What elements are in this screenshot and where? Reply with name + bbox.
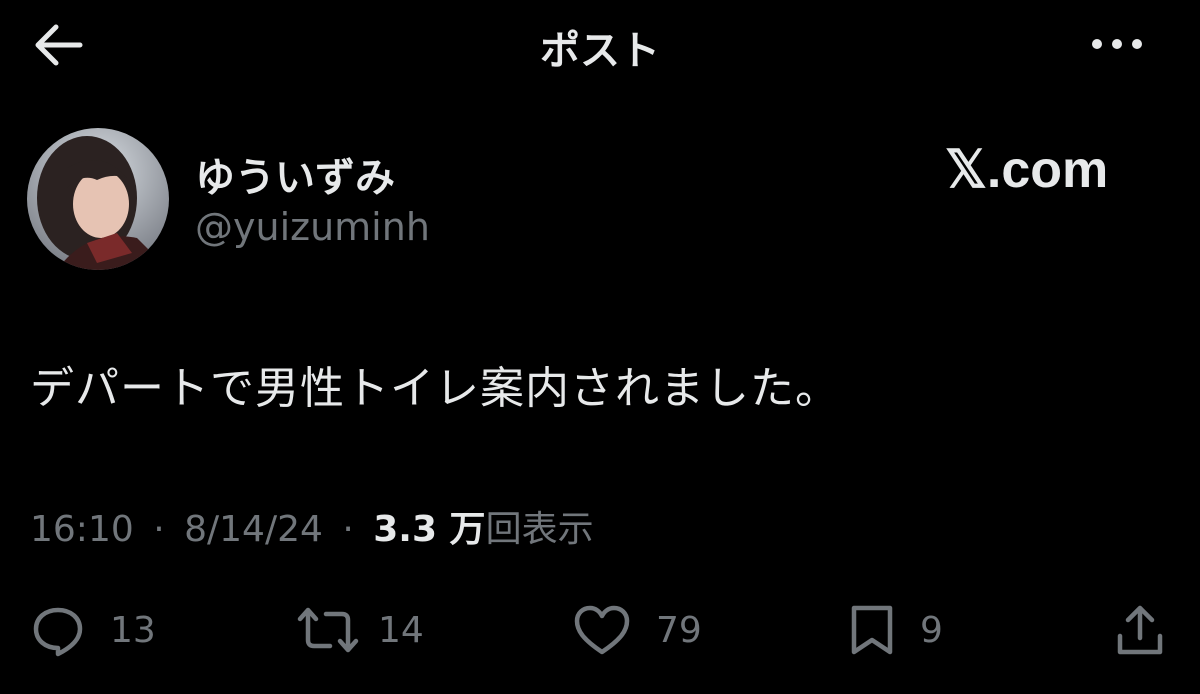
like-icon bbox=[574, 605, 630, 655]
reply-button[interactable]: 13 bbox=[30, 595, 156, 665]
share-button[interactable] bbox=[1112, 595, 1168, 665]
top-bar: ポスト bbox=[0, 0, 1200, 90]
meta-separator: · bbox=[153, 509, 165, 550]
display-name[interactable]: ゆういずみ bbox=[195, 145, 395, 203]
meta-separator: · bbox=[342, 509, 354, 550]
post-time[interactable]: 16:10 bbox=[30, 509, 134, 550]
post-date[interactable]: 8/14/24 bbox=[184, 509, 323, 550]
views-count[interactable]: 3.3 万 bbox=[373, 509, 485, 550]
more-button[interactable] bbox=[1082, 24, 1152, 64]
views-label[interactable]: 回表示 bbox=[486, 509, 594, 550]
like-count: 79 bbox=[656, 609, 702, 651]
user-handle[interactable]: @yuizuminh bbox=[195, 205, 430, 249]
bookmark-icon bbox=[851, 605, 893, 655]
page-title: ポスト bbox=[540, 28, 660, 74]
reply-count: 13 bbox=[110, 609, 156, 651]
repost-count: 14 bbox=[378, 609, 424, 651]
post-text: デパートで男性トイレ案内されました。 bbox=[30, 363, 840, 414]
reply-icon bbox=[33, 607, 83, 657]
bookmark-button[interactable]: 9 bbox=[848, 595, 943, 665]
post-meta: 16:10 · 8/14/24 · 3.3 万回表示 bbox=[30, 500, 594, 552]
watermark: 𝕏.com bbox=[945, 141, 1109, 199]
avatar[interactable] bbox=[27, 128, 169, 270]
repost-button[interactable]: 14 bbox=[296, 595, 424, 665]
bookmark-count: 9 bbox=[920, 609, 943, 651]
more-icon bbox=[1092, 39, 1142, 49]
avatar-image bbox=[27, 128, 169, 270]
share-icon bbox=[1117, 605, 1163, 655]
post-page: ポスト ゆういずみ @yuizuminh 𝕏.com デパートで男性トイレ案内さ… bbox=[0, 0, 1200, 694]
repost-icon bbox=[297, 607, 359, 653]
action-bar: 13 14 79 9 bbox=[0, 595, 1200, 665]
like-button[interactable]: 79 bbox=[572, 595, 702, 665]
